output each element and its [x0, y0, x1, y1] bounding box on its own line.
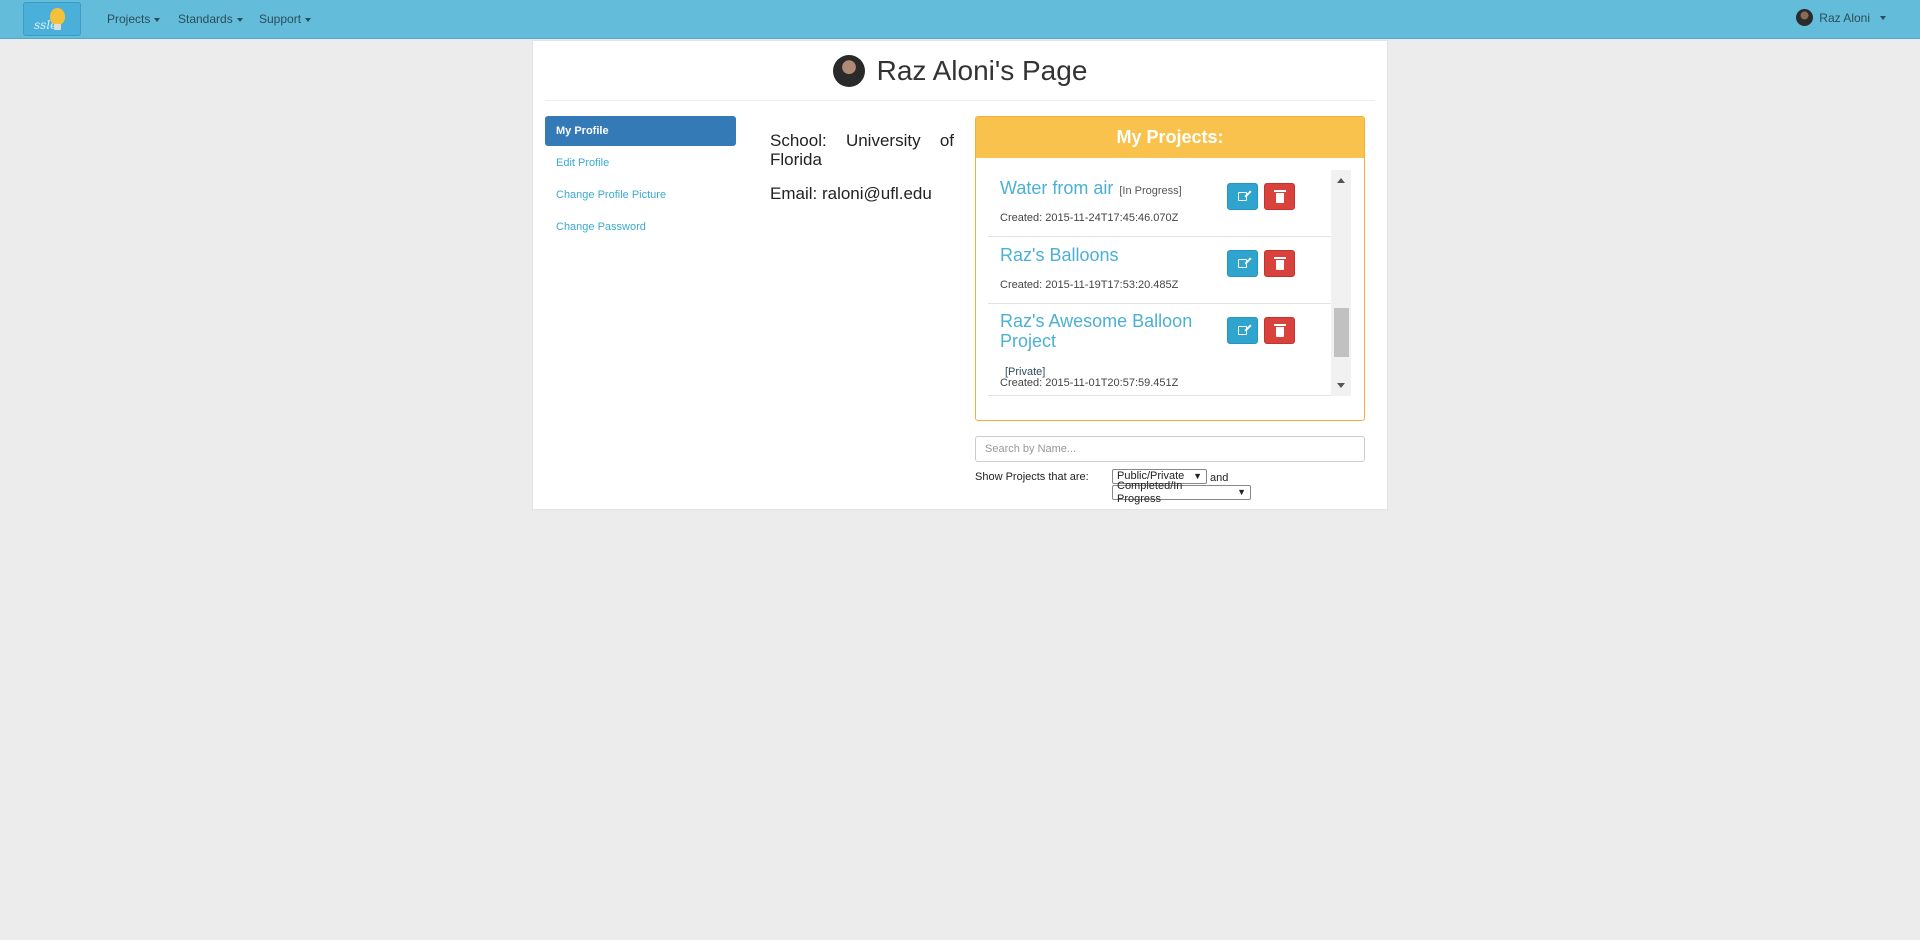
edit-icon — [1238, 326, 1247, 335]
caret-down-icon — [236, 17, 243, 22]
projects-box: My Projects: Water from air [In Progress]… — [975, 116, 1365, 421]
scroll-down-icon[interactable] — [1337, 383, 1345, 388]
edit-project-button[interactable] — [1227, 317, 1258, 344]
lightbulb-base — [54, 24, 61, 30]
project-items: Water from air [In Progress] Created: 201… — [988, 170, 1331, 396]
edit-project-button[interactable] — [1227, 183, 1258, 210]
project-item: Raz's Balloons Created: 2015-11-19T17:53… — [988, 237, 1331, 304]
edit-icon — [1238, 192, 1247, 201]
projects-heading: My Projects: — [976, 117, 1364, 158]
lightbulb-logo-icon — [50, 8, 65, 25]
profile-avatar — [832, 54, 865, 87]
project-title[interactable]: Water from air — [1000, 178, 1113, 198]
profile-panel: Raz Aloni's Page My Profile Edit Profile… — [532, 40, 1388, 510]
user-name: Raz Aloni — [1819, 10, 1870, 25]
project-created: Created: 2015-11-19T17:53:20.485Z — [1000, 279, 1179, 291]
nav-standards-dropdown[interactable]: Standards — [178, 12, 243, 26]
caret-down-icon — [1880, 15, 1886, 20]
search-projects-input[interactable] — [975, 436, 1365, 462]
project-title[interactable]: Raz's Balloons — [1000, 245, 1119, 265]
nav-projects-label: Projects — [107, 12, 151, 26]
profile-sidebar: My Profile Edit Profile Change Profile P… — [545, 116, 736, 244]
edit-icon — [1238, 259, 1247, 268]
caret-down-icon — [154, 17, 161, 22]
sidebar-item-my-profile[interactable]: My Profile — [545, 116, 736, 146]
sidebar-item-change-password[interactable]: Change Password — [545, 212, 736, 242]
nav-support-dropdown[interactable]: Support — [259, 12, 312, 26]
delete-project-button[interactable] — [1264, 183, 1295, 210]
trash-icon — [1273, 256, 1286, 270]
trash-icon — [1273, 323, 1286, 337]
profile-school: School: University of Florida — [770, 131, 954, 169]
projects-list[interactable]: Water from air [In Progress] Created: 201… — [988, 170, 1351, 396]
profile-email: Email: raloni@ufl.edu — [770, 184, 932, 203]
caret-down-icon — [305, 17, 312, 22]
status-filter-value: Completed/In Progress — [1117, 479, 1183, 505]
trash-icon — [1273, 189, 1286, 203]
projects-scrollbar[interactable] — [1331, 170, 1351, 396]
status-filter-select[interactable]: Completed/In Progress ▼ — [1112, 480, 1251, 505]
project-created: Created: 2015-11-01T20:57:59.451Z — [1000, 377, 1179, 389]
project-title[interactable]: Raz's Awesome Balloon Project — [1000, 311, 1192, 351]
page-header: Raz Aloni's Page — [545, 41, 1375, 101]
sidebar-item-edit-profile[interactable]: Edit Profile — [545, 148, 736, 178]
project-item: Raz's Awesome Balloon Project [Private] … — [988, 304, 1331, 396]
user-menu-dropdown[interactable]: Raz Aloni — [1796, 9, 1886, 26]
project-status-tag: [In Progress] — [1119, 185, 1182, 197]
show-projects-label: Show Projects that are: — [975, 471, 1089, 483]
scrollbar-thumb[interactable] — [1334, 308, 1349, 357]
edit-project-button[interactable] — [1227, 250, 1258, 277]
nav-projects-dropdown[interactable]: Projects — [107, 12, 161, 26]
top-navbar: ssle Projects Standards Support Raz Alon… — [0, 0, 1920, 39]
user-avatar — [1796, 9, 1814, 26]
select-arrow-icon: ▼ — [1237, 487, 1246, 497]
delete-project-button[interactable] — [1264, 250, 1295, 277]
delete-project-button[interactable] — [1264, 317, 1295, 344]
brand-logo[interactable]: ssle — [23, 2, 81, 36]
sidebar-item-change-profile-picture[interactable]: Change Profile Picture — [545, 180, 736, 210]
nav-standards-label: Standards — [178, 12, 233, 26]
project-item: Water from air [In Progress] Created: 201… — [988, 170, 1331, 237]
nav-support-label: Support — [259, 12, 302, 26]
profile-info: School: University of Florida Email: ral… — [770, 131, 954, 204]
project-created: Created: 2015-11-24T17:45:46.070Z — [1000, 212, 1179, 224]
scroll-up-icon[interactable] — [1337, 178, 1345, 183]
page-title: Raz Aloni's Page — [876, 54, 1088, 86]
